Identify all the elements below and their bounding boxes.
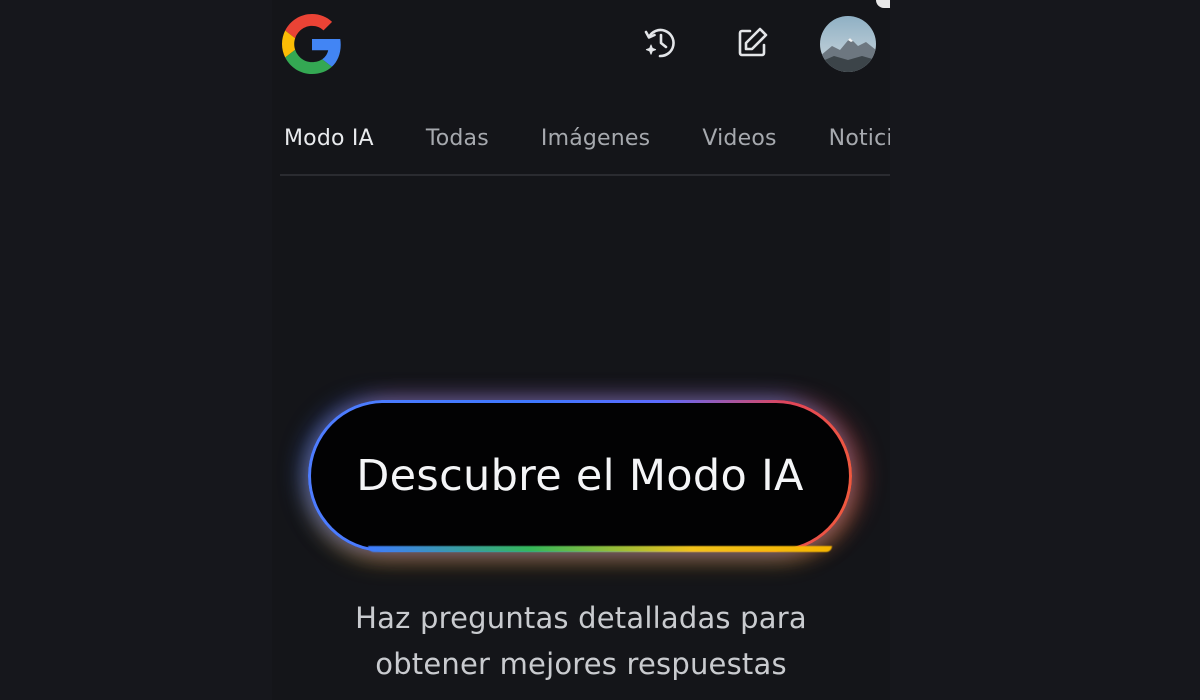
discover-ai-mode-button[interactable]: Descubre el Modo IA (308, 400, 852, 552)
tabs-divider (280, 174, 890, 176)
subtitle-line-2: obtener mejores respuestas (375, 647, 787, 681)
search-tabs: Modo IA Todas Imágenes Videos Noticias (272, 108, 890, 168)
tab-videos[interactable]: Videos (702, 126, 776, 151)
subtitle-line-1: Haz preguntas detalladas para (355, 601, 807, 635)
avatar[interactable] (820, 16, 876, 72)
google-logo-icon[interactable] (282, 14, 342, 74)
tab-noticias[interactable]: Noticias (829, 126, 890, 151)
cta-label: Descubre el Modo IA (356, 451, 804, 501)
edit-icon (738, 27, 768, 57)
subtitle: Haz preguntas detalladas para obtener me… (272, 595, 890, 687)
left-background (0, 0, 272, 700)
phone-screen: Modo IA Todas Imágenes Videos Noticias D… (272, 0, 890, 700)
history-ai-icon (644, 28, 675, 58)
right-background (890, 0, 1200, 700)
tab-modo-ia[interactable]: Modo IA (284, 126, 374, 151)
new-chat-button[interactable] (728, 19, 776, 67)
cta-inner: Descubre el Modo IA (311, 403, 849, 549)
tab-imagenes[interactable]: Imágenes (541, 126, 650, 151)
cta-container: Descubre el Modo IA (308, 400, 852, 552)
mountain-photo-icon (820, 16, 876, 72)
top-app-bar (272, 0, 890, 90)
tab-todas[interactable]: Todas (426, 126, 489, 151)
history-button[interactable] (636, 19, 684, 67)
